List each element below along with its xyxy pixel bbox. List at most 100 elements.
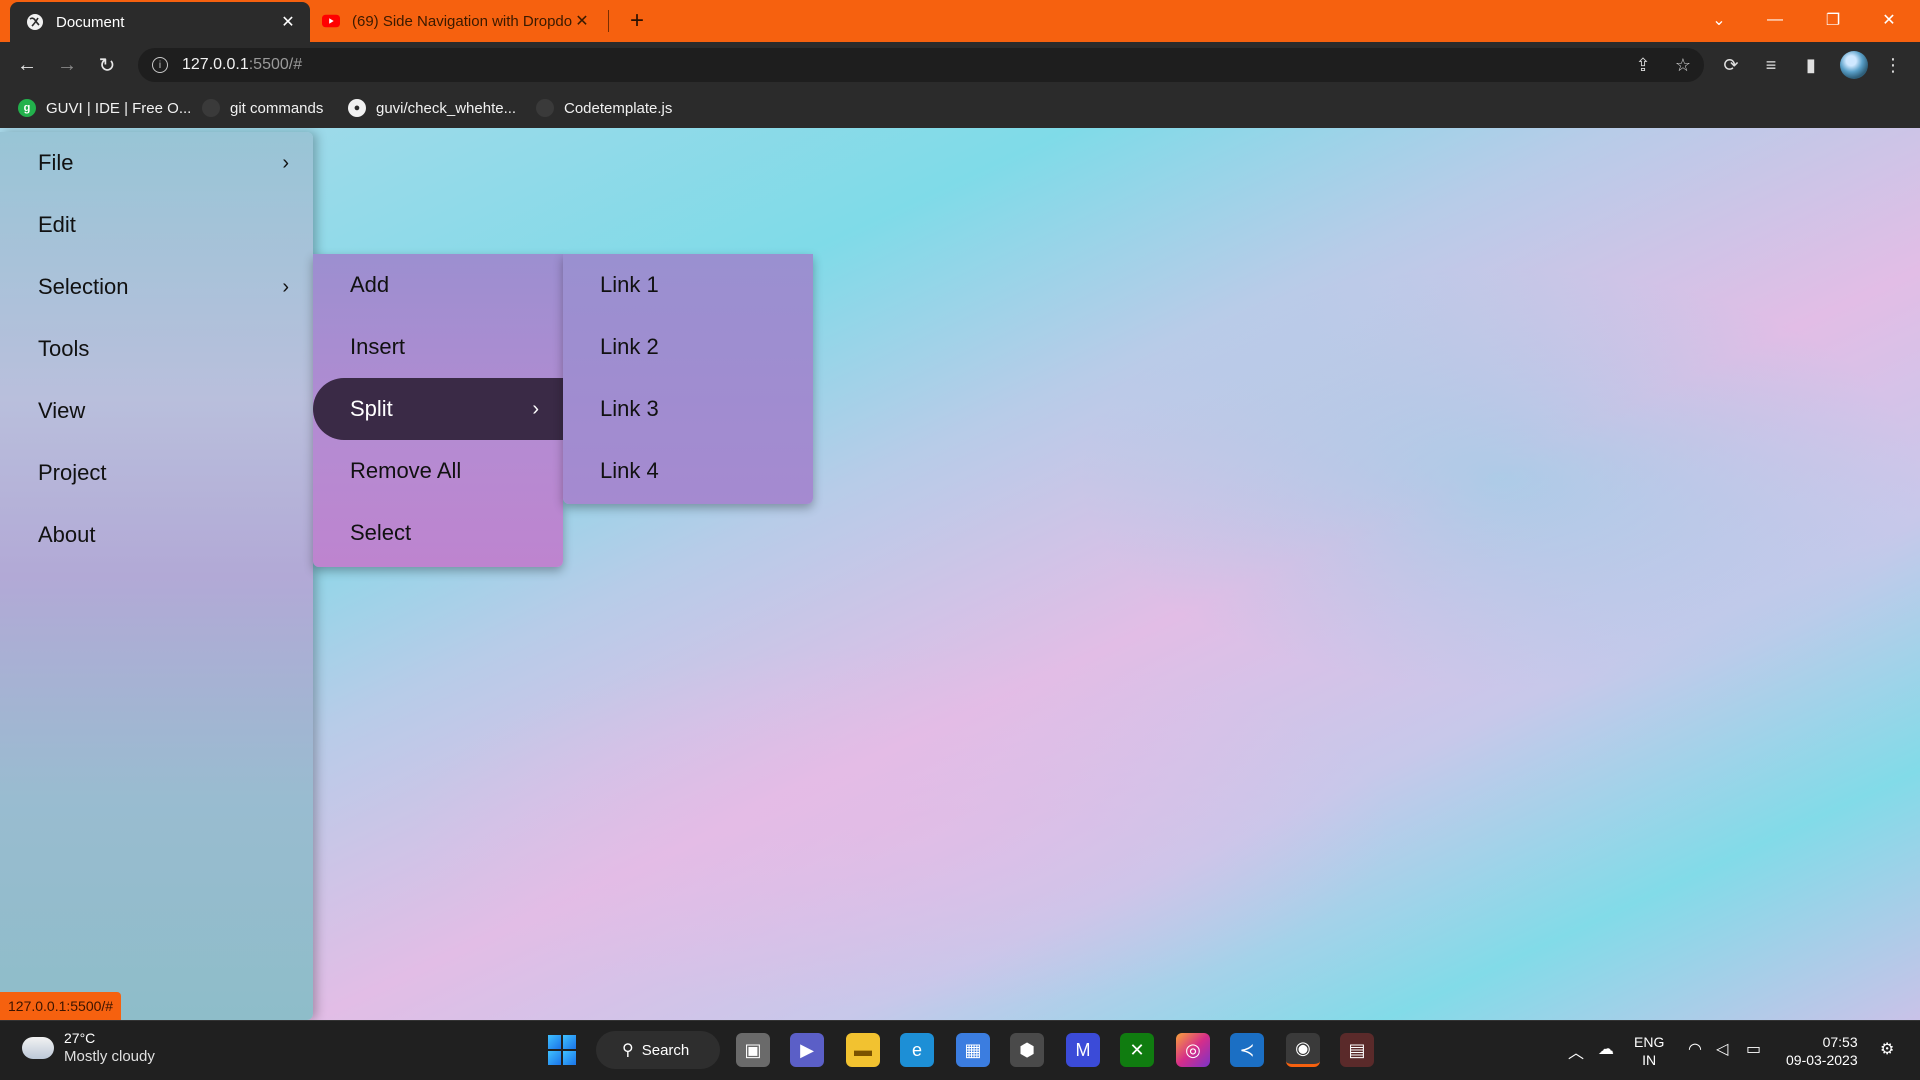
language-indicator[interactable]: ENG IN <box>1634 1033 1664 1069</box>
taskbar: 27°C Mostly cloudy ⚲ Search ▣ ▶ ▬ e ▦ ⬢ … <box>0 1020 1920 1080</box>
task-view-icon[interactable]: ▣ <box>736 1033 770 1067</box>
search-label: Search <box>641 1041 690 1059</box>
submenu-item-link-3[interactable]: Link 3 <box>563 378 813 440</box>
chevron-right-icon: › <box>282 275 289 298</box>
tab-title: Document <box>56 13 125 31</box>
submenu-item-insert[interactable]: Insert <box>313 316 563 378</box>
weather-temp: 27°C <box>64 1030 96 1046</box>
nav-item-label: Edit <box>38 212 76 237</box>
taskbar-search[interactable]: ⚲ Search <box>596 1031 720 1069</box>
close-window-icon[interactable]: ✕ <box>1866 0 1912 40</box>
submenu-item-label: Link 2 <box>600 334 659 359</box>
onedrive-icon[interactable]: ☁ <box>1598 1039 1614 1059</box>
chevron-right-icon: › <box>532 397 539 420</box>
nav-item-tools[interactable]: Tools <box>0 318 313 380</box>
share-icon[interactable]: ⇪ <box>1632 54 1654 76</box>
nav-item-label: Project <box>38 460 107 485</box>
submenu-item-label: Split <box>350 396 393 421</box>
nav-item-file[interactable]: File › <box>0 132 313 194</box>
address-bar[interactable]: i 127.0.0.1:5500/# ⇪ ☆ <box>138 48 1704 82</box>
submenu-item-label: Remove All <box>350 458 462 483</box>
address-host: 127.0.0.1 <box>182 56 249 73</box>
bookmark-star-icon[interactable]: ☆ <box>1672 54 1694 76</box>
nav-item-label: Tools <box>38 336 90 361</box>
side-navigation: File › Edit Selection › Tools View Proje… <box>0 132 313 1020</box>
lang-line2: IN <box>1642 1052 1657 1068</box>
tray-overflow-icon[interactable]: ︿ <box>1568 1039 1584 1063</box>
nav-item-edit[interactable]: Edit <box>0 194 313 256</box>
new-tab-icon[interactable]: + <box>624 8 650 34</box>
edge-icon[interactable]: e <box>900 1033 934 1067</box>
instagram-icon[interactable]: ◎ <box>1176 1033 1210 1067</box>
submenu-item-link-4[interactable]: Link 4 <box>563 440 813 502</box>
bookmark-label: GUVI | IDE | Free O... <box>46 99 192 117</box>
start-button[interactable] <box>546 1033 580 1067</box>
reload-icon[interactable]: ↻ <box>92 50 122 80</box>
nav-item-selection[interactable]: Selection › <box>0 256 313 318</box>
app-hexagon-icon[interactable]: ⬢ <box>1010 1033 1044 1067</box>
status-url-tooltip: 127.0.0.1:5500/# <box>0 992 122 1020</box>
store-icon[interactable]: ▦ <box>956 1033 990 1067</box>
battery-icon[interactable]: ▭ <box>1746 1039 1761 1059</box>
bookmark-label: guvi/check_whehte... <box>376 99 517 117</box>
nav-item-project[interactable]: Project <box>0 442 313 504</box>
submenu-item-link-1[interactable]: Link 1 <box>563 254 813 316</box>
file-explorer-icon[interactable]: ▬ <box>846 1033 880 1067</box>
minimize-icon[interactable]: — <box>1752 0 1798 40</box>
bookmark-codetemplate[interactable]: Codetemplate.js <box>536 96 672 120</box>
submenu-item-select[interactable]: Select <box>313 502 563 564</box>
forward-icon[interactable]: → <box>52 50 82 80</box>
bookmark-git-commands[interactable]: git commands <box>202 96 323 120</box>
split-submenu: Link 1 Link 2 Link 3 Link 4 <box>563 254 813 504</box>
system-clock[interactable]: 07:53 09-03-2023 <box>1786 1033 1858 1069</box>
chrome-icon[interactable]: ◉ <box>1286 1033 1320 1067</box>
page-viewport: File › Edit Selection › Tools View Proje… <box>0 128 1920 1020</box>
submenu-item-split[interactable]: Split › <box>313 378 563 440</box>
bookmarks-bar: g GUVI | IDE | Free O... git commands ● … <box>0 88 1920 128</box>
weather-widget[interactable]: 27°C Mostly cloudy <box>18 1029 155 1067</box>
notification-icon[interactable]: ⚙ <box>1880 1039 1894 1059</box>
tab-search-icon[interactable]: ⌄ <box>1696 0 1742 40</box>
windows-icon <box>548 1035 578 1065</box>
submenu-item-label: Link 1 <box>600 272 659 297</box>
cloud-icon <box>18 1031 54 1059</box>
lang-line1: ENG <box>1634 1034 1665 1050</box>
github-icon <box>202 99 220 117</box>
github-icon <box>536 99 554 117</box>
selection-submenu: Add Insert Split › Remove All Select <box>313 254 563 567</box>
nav-item-view[interactable]: View <box>0 380 313 442</box>
side-panel-icon[interactable]: ▮ <box>1798 52 1824 78</box>
submenu-item-link-2[interactable]: Link 2 <box>563 316 813 378</box>
site-info-icon[interactable]: i <box>152 57 168 73</box>
back-icon[interactable]: ← <box>12 50 42 80</box>
clock-date: 09-03-2023 <box>1786 1052 1858 1068</box>
submenu-item-label: Link 3 <box>600 396 659 421</box>
submenu-item-remove-all[interactable]: Remove All <box>313 440 563 502</box>
bookmark-guvi-check[interactable]: ● guvi/check_whehte... <box>348 96 516 120</box>
restore-icon[interactable]: ❐ <box>1810 0 1856 40</box>
tab-bar: Document ✕ (69) Side Navigation with Dro… <box>0 0 1920 42</box>
sticky-notes-icon[interactable]: ▤ <box>1340 1033 1374 1067</box>
media-queue-icon[interactable]: ≡ <box>1758 52 1784 78</box>
bookmark-guvi[interactable]: g GUVI | IDE | Free O... <box>18 96 191 120</box>
close-tab-icon[interactable]: ✕ <box>572 11 592 31</box>
nav-item-about[interactable]: About <box>0 504 313 566</box>
teams-chat-icon[interactable]: ▶ <box>790 1033 824 1067</box>
tab-document[interactable]: Document ✕ <box>10 2 310 42</box>
submenu-item-add[interactable]: Add <box>313 254 563 316</box>
tab-title: (69) Side Navigation with Dropdown <box>352 12 572 30</box>
app-m-icon[interactable]: M <box>1066 1033 1100 1067</box>
youtube-icon <box>322 12 340 30</box>
extension-icon[interactable]: ⟳ <box>1718 52 1744 78</box>
profile-avatar[interactable] <box>1840 51 1868 79</box>
submenu-item-label: Select <box>350 520 412 545</box>
tab-divider <box>608 10 609 32</box>
wifi-icon[interactable]: ◠ <box>1688 1039 1702 1059</box>
close-tab-icon[interactable]: ✕ <box>278 12 298 32</box>
xbox-icon[interactable]: ✕ <box>1120 1033 1154 1067</box>
submenu-item-label: Insert <box>350 334 406 359</box>
tab-youtube[interactable]: (69) Side Navigation with Dropdown ✕ <box>316 0 604 42</box>
volume-icon[interactable]: ◁ <box>1716 1039 1728 1059</box>
menu-kebab-icon[interactable]: ⋮ <box>1880 52 1906 78</box>
vscode-icon[interactable]: ≺ <box>1230 1033 1264 1067</box>
